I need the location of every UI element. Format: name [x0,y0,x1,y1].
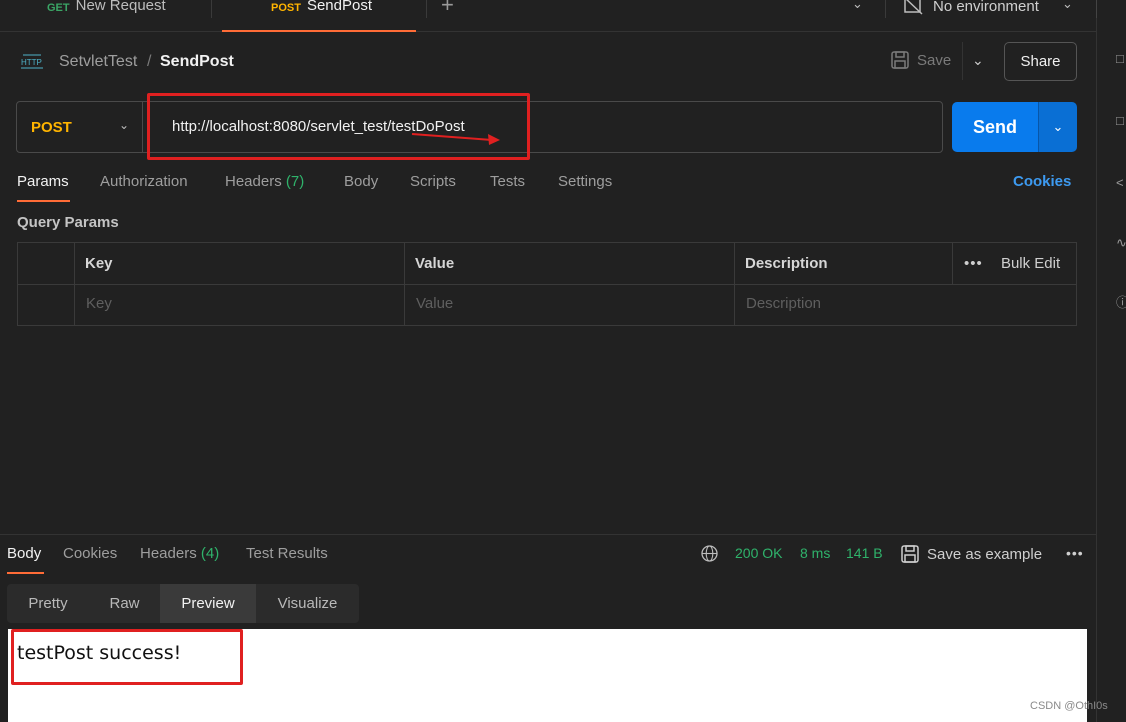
description-input[interactable]: Description [746,295,821,312]
annotation-box-url [147,93,530,160]
save-as-example-label: Save as example [927,545,1043,563]
more-icon: ••• [964,255,983,272]
tab-divider [885,0,886,18]
active-request-tab-indicator [17,200,70,202]
tab-headers-label: Headers [225,173,282,190]
breadcrumb-separator: / [147,53,152,70]
tab-method: POST [271,2,301,14]
column-header-key: Key [85,255,113,272]
tab-new-request[interactable]: GET New Request [47,0,166,32]
response-headers-count: (4) [200,545,220,562]
response-more-icon[interactable]: ••• [1066,545,1084,561]
query-params-title: Query Params [17,214,119,231]
method-chevron-icon[interactable]: ⌄ [119,118,129,132]
view-mode-visualize[interactable]: Visualize [256,584,359,623]
no-environment-icon [903,0,923,15]
save-label: Save [917,51,952,69]
value-input[interactable]: Value [416,295,453,312]
method-select[interactable]: POST [31,119,72,136]
response-headers-label: Headers [140,545,197,562]
view-mode-preview[interactable]: Preview [160,584,256,623]
tab-divider [211,0,212,18]
new-tab-icon[interactable]: + [441,0,454,16]
globe-icon[interactable] [701,545,718,562]
rail-divider [1096,0,1097,18]
tab-headers[interactable]: Headers (7) [225,173,304,190]
annotation-box-response [11,629,243,685]
annotation-arrow-icon [411,133,500,145]
view-mode-pretty[interactable]: Pretty [7,584,89,623]
page-title[interactable]: SendPost [160,53,234,71]
tabs-dropdown-icon[interactable]: ⌄ [852,0,863,12]
response-size[interactable]: 141 B [846,545,883,561]
status-code[interactable]: 200 OK [735,545,782,561]
right-sidebar [1096,0,1126,722]
send-options-chevron-icon[interactable]: ⌄ [1038,102,1077,152]
column-header-value: Value [415,255,455,272]
table-column-divider [404,242,405,326]
code-icon[interactable]: < [1116,176,1126,190]
response-time[interactable]: 8 ms [800,545,830,561]
save-icon [901,545,919,563]
table-row-divider [17,284,1077,285]
tab-scripts[interactable]: Scripts [410,173,456,190]
bulk-edit-label: Bulk Edit [1000,255,1061,272]
bulk-edit-button[interactable]: ••• Bulk Edit [964,255,1060,272]
save-as-example-button[interactable]: Save as example [901,545,1042,563]
tab-body[interactable]: Body [344,173,378,190]
response-tab-body[interactable]: Body [7,545,41,562]
tab-divider [426,0,427,18]
environment-selector[interactable]: No environment [933,0,1039,15]
info-icon[interactable]: ⓘ [1116,296,1126,310]
share-button[interactable]: Share [1004,42,1077,81]
breadcrumb-collection[interactable]: SetvletTest [59,53,137,71]
tab-settings[interactable]: Settings [558,173,612,190]
response-tab-cookies[interactable]: Cookies [63,545,117,562]
tab-label: New Request [75,0,166,14]
save-icon [891,51,909,69]
response-tab-headers[interactable]: Headers (4) [140,545,219,562]
table-column-divider [952,242,953,284]
key-input[interactable]: Key [86,295,112,312]
watermark: CSDN @OthI0s [1030,700,1108,712]
comments-icon[interactable]: □ [1116,114,1126,128]
active-tab-indicator [222,30,416,32]
table-column-divider [74,242,75,326]
response-divider [0,534,1096,535]
tab-label: SendPost [306,0,372,14]
http-icon: HTTP [21,53,45,71]
save-button[interactable]: Save [891,51,951,69]
tab-headers-count: (7) [285,173,305,190]
documentation-icon[interactable]: □ [1116,52,1126,66]
table-column-divider [734,242,735,326]
active-response-tab-indicator [7,572,44,574]
column-header-description: Description [745,255,828,272]
tab-tests[interactable]: Tests [490,173,525,190]
tab-params[interactable]: Params [17,173,69,190]
save-options-chevron-icon[interactable]: ⌄ [972,52,984,69]
view-mode-raw[interactable]: Raw [89,584,160,623]
tab-authorization[interactable]: Authorization [100,173,188,190]
response-tab-test-results[interactable]: Test Results [246,545,328,562]
svg-text:HTTP: HTTP [21,58,42,67]
save-divider [962,42,963,80]
tab-sendpost[interactable]: POST SendPost [271,0,372,32]
cookies-link[interactable]: Cookies [1013,173,1071,190]
tab-method: GET [47,2,70,14]
related-icon[interactable]: ∿ [1116,236,1126,250]
send-button[interactable]: Send [952,102,1038,152]
environment-chevron-icon[interactable]: ⌄ [1062,0,1073,12]
method-divider [142,102,143,152]
